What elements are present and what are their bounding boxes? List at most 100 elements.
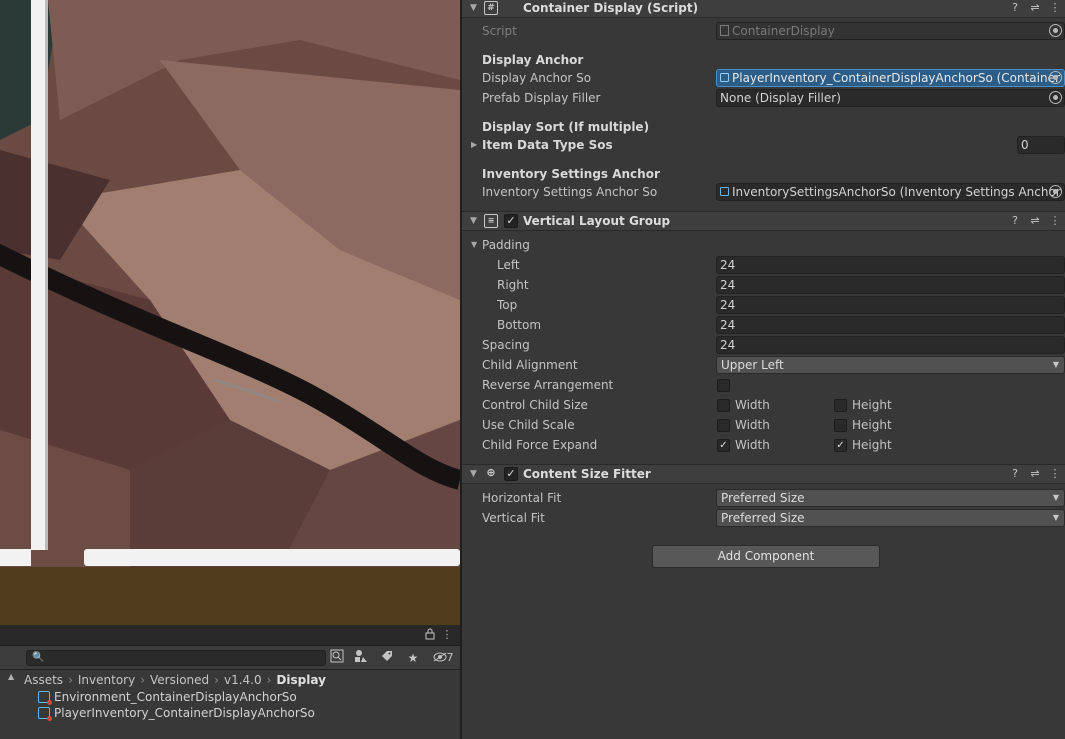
scriptable-object-icon [720, 73, 729, 82]
control-width-checkbox[interactable] [717, 399, 730, 412]
component-title: Vertical Layout Group [523, 214, 671, 228]
breadcrumb-version[interactable]: v1.4.0 [224, 673, 262, 687]
display-anchor-so-field[interactable]: PlayerInventory_ContainerDisplayAnchorSo… [716, 69, 1065, 87]
kebab-menu-icon[interactable]: ⋮ [440, 628, 454, 642]
scene-view[interactable] [0, 0, 460, 567]
search-input[interactable]: 🔍 [26, 650, 326, 666]
scale-width-checkbox[interactable] [717, 419, 730, 432]
padding-row[interactable]: ▼ Padding [462, 235, 1065, 255]
component-header-container-display[interactable]: ▼ # Container Display (Script) ? ⇌ ⋮ [462, 0, 1065, 18]
chevron-right-icon: › [214, 673, 219, 687]
vertical-fit-dropdown[interactable]: Preferred Size ▼ [716, 509, 1065, 527]
field-value: InventorySettingsAnchorSo (Inventory Set… [732, 185, 1065, 199]
filter-by-type-icon[interactable] [350, 649, 372, 667]
scroll-up-arrow-icon[interactable]: ▲ [8, 672, 14, 681]
script-field: ContainerDisplay [716, 22, 1065, 40]
breadcrumb-assets[interactable]: Assets [24, 673, 63, 687]
horizontal-fit-row: Horizontal Fit Preferred Size ▼ [462, 488, 1065, 508]
presets-icon[interactable]: ⇌ [1028, 0, 1042, 16]
foldout-down-icon[interactable]: ▼ [471, 240, 477, 249]
prefab-display-filler-field[interactable]: None (Display Filler) [716, 89, 1065, 107]
padding-bottom-field[interactable]: 24 [716, 316, 1065, 334]
breadcrumb-versioned[interactable]: Versioned [150, 673, 209, 687]
list-item[interactable]: PlayerInventory_ContainerDisplayAnchorSo [38, 705, 315, 721]
section-header-display-sort: Display Sort (If multiple) [462, 117, 1065, 137]
foldout-right-icon[interactable]: ▶ [471, 140, 477, 149]
kebab-menu-icon[interactable]: ⋮ [1048, 0, 1062, 16]
chevron-right-icon: › [266, 673, 272, 687]
asset-name: Environment_ContainerDisplayAnchorSo [54, 690, 297, 704]
script-value: ContainerDisplay [732, 24, 835, 38]
field-label: Right [497, 278, 529, 292]
project-tab-bar: ⋮ [0, 625, 460, 646]
breadcrumb-display[interactable]: Display [276, 673, 325, 687]
star-icon[interactable]: ★ [402, 649, 424, 667]
foldout-arrow-icon[interactable]: ▼ [470, 216, 477, 226]
dropdown-arrow-icon: ▼ [1052, 513, 1059, 522]
control-height-checkbox[interactable] [834, 399, 847, 412]
child-alignment-row: Child Alignment Upper Left ▼ [462, 355, 1065, 375]
project-panel: ⋮ 🔍 ★ 7 ▲ Assets › Inventory › Versioned › v1.… [0, 625, 460, 739]
object-picker-icon[interactable] [1049, 91, 1062, 104]
foldout-arrow-icon[interactable]: ▼ [470, 469, 477, 479]
component-header-vertical-layout[interactable]: ▼ ≡ ✓ Vertical Layout Group ? ⇌ ⋮ [462, 211, 1065, 231]
item-data-type-sos-row[interactable]: ▶ Item Data Type Sos 0 [462, 135, 1065, 155]
lock-icon[interactable] [423, 628, 437, 642]
script-file-icon [720, 25, 729, 36]
foldout-arrow-icon[interactable]: ▼ [470, 3, 477, 13]
child-alignment-dropdown[interactable]: Upper Left ▼ [716, 356, 1065, 374]
section-title: Display Anchor [482, 53, 584, 67]
field-label: Padding [482, 238, 530, 252]
kebab-menu-icon[interactable]: ⋮ [1048, 213, 1062, 229]
display-anchor-so-row: Display Anchor So PlayerInventory_Contai… [462, 68, 1065, 88]
add-component-button[interactable]: Add Component [652, 545, 880, 568]
checkbox-label: Height [852, 398, 892, 412]
padding-left-field[interactable]: 24 [716, 256, 1065, 274]
help-icon[interactable]: ? [1008, 466, 1022, 482]
checkbox-label: Width [735, 418, 770, 432]
reverse-arrangement-checkbox[interactable] [717, 379, 730, 392]
field-label: Horizontal Fit [482, 491, 562, 505]
spacing-field[interactable]: 24 [716, 336, 1065, 354]
presets-icon[interactable]: ⇌ [1028, 466, 1042, 482]
inspector-panel: ▼ # Container Display (Script) ? ⇌ ⋮ Scr… [460, 0, 1065, 739]
enable-checkbox[interactable]: ✓ [504, 467, 518, 481]
hidden-packages-count: 7 [446, 651, 454, 664]
filter-by-label-icon[interactable] [376, 649, 398, 667]
hidden-packages-toggle[interactable]: 7 [428, 649, 458, 667]
dropdown-arrow-icon: ▼ [1052, 493, 1059, 502]
inventory-settings-anchor-field[interactable]: InventorySettingsAnchorSo (Inventory Set… [716, 183, 1065, 201]
inventory-settings-anchor-row: Inventory Settings Anchor So InventorySe… [462, 182, 1065, 202]
breadcrumb-inventory[interactable]: Inventory [78, 673, 135, 687]
field-label: Vertical Fit [482, 511, 545, 525]
help-icon[interactable]: ? [1008, 213, 1022, 229]
dropdown-value: Preferred Size [721, 491, 805, 505]
help-icon[interactable]: ? [1008, 0, 1022, 16]
padding-right-field[interactable]: 24 [716, 276, 1065, 294]
search-by-type-icon[interactable] [326, 649, 348, 667]
field-label: Child Force Expand [482, 438, 598, 452]
horizontal-fit-dropdown[interactable]: Preferred Size ▼ [716, 489, 1065, 507]
padding-top-field[interactable]: 24 [716, 296, 1065, 314]
object-picker-icon[interactable] [1049, 185, 1062, 198]
field-label: Inventory Settings Anchor So [482, 185, 658, 199]
expand-height-checkbox[interactable]: ✓ [834, 439, 847, 452]
field-label: Display Anchor So [482, 71, 592, 85]
expand-width-checkbox[interactable]: ✓ [717, 439, 730, 452]
breadcrumb: Assets › Inventory › Versioned › v1.4.0 › Displa… [24, 670, 326, 690]
list-item[interactable]: Environment_ContainerDisplayAnchorSo [38, 689, 297, 705]
field-label: Prefab Display Filler [482, 91, 601, 105]
spacing-row: Spacing 24 [462, 335, 1065, 355]
array-size-field[interactable]: 0 [1017, 136, 1065, 154]
component-header-content-size-fitter[interactable]: ▼ ⊕ ✓ Content Size Fitter ? ⇌ ⋮ [462, 464, 1065, 484]
checkbox-label: Height [852, 418, 892, 432]
object-picker-icon[interactable] [1049, 71, 1062, 84]
enable-checkbox[interactable]: ✓ [504, 214, 518, 228]
field-label: Reverse Arrangement [482, 378, 614, 392]
presets-icon[interactable]: ⇌ [1028, 213, 1042, 229]
kebab-menu-icon[interactable]: ⋮ [1048, 466, 1062, 482]
section-title: Display Sort (If multiple) [482, 120, 650, 134]
content-size-fitter-icon: ⊕ [486, 466, 496, 479]
scale-height-checkbox[interactable] [834, 419, 847, 432]
checkbox-label: Width [735, 398, 770, 412]
